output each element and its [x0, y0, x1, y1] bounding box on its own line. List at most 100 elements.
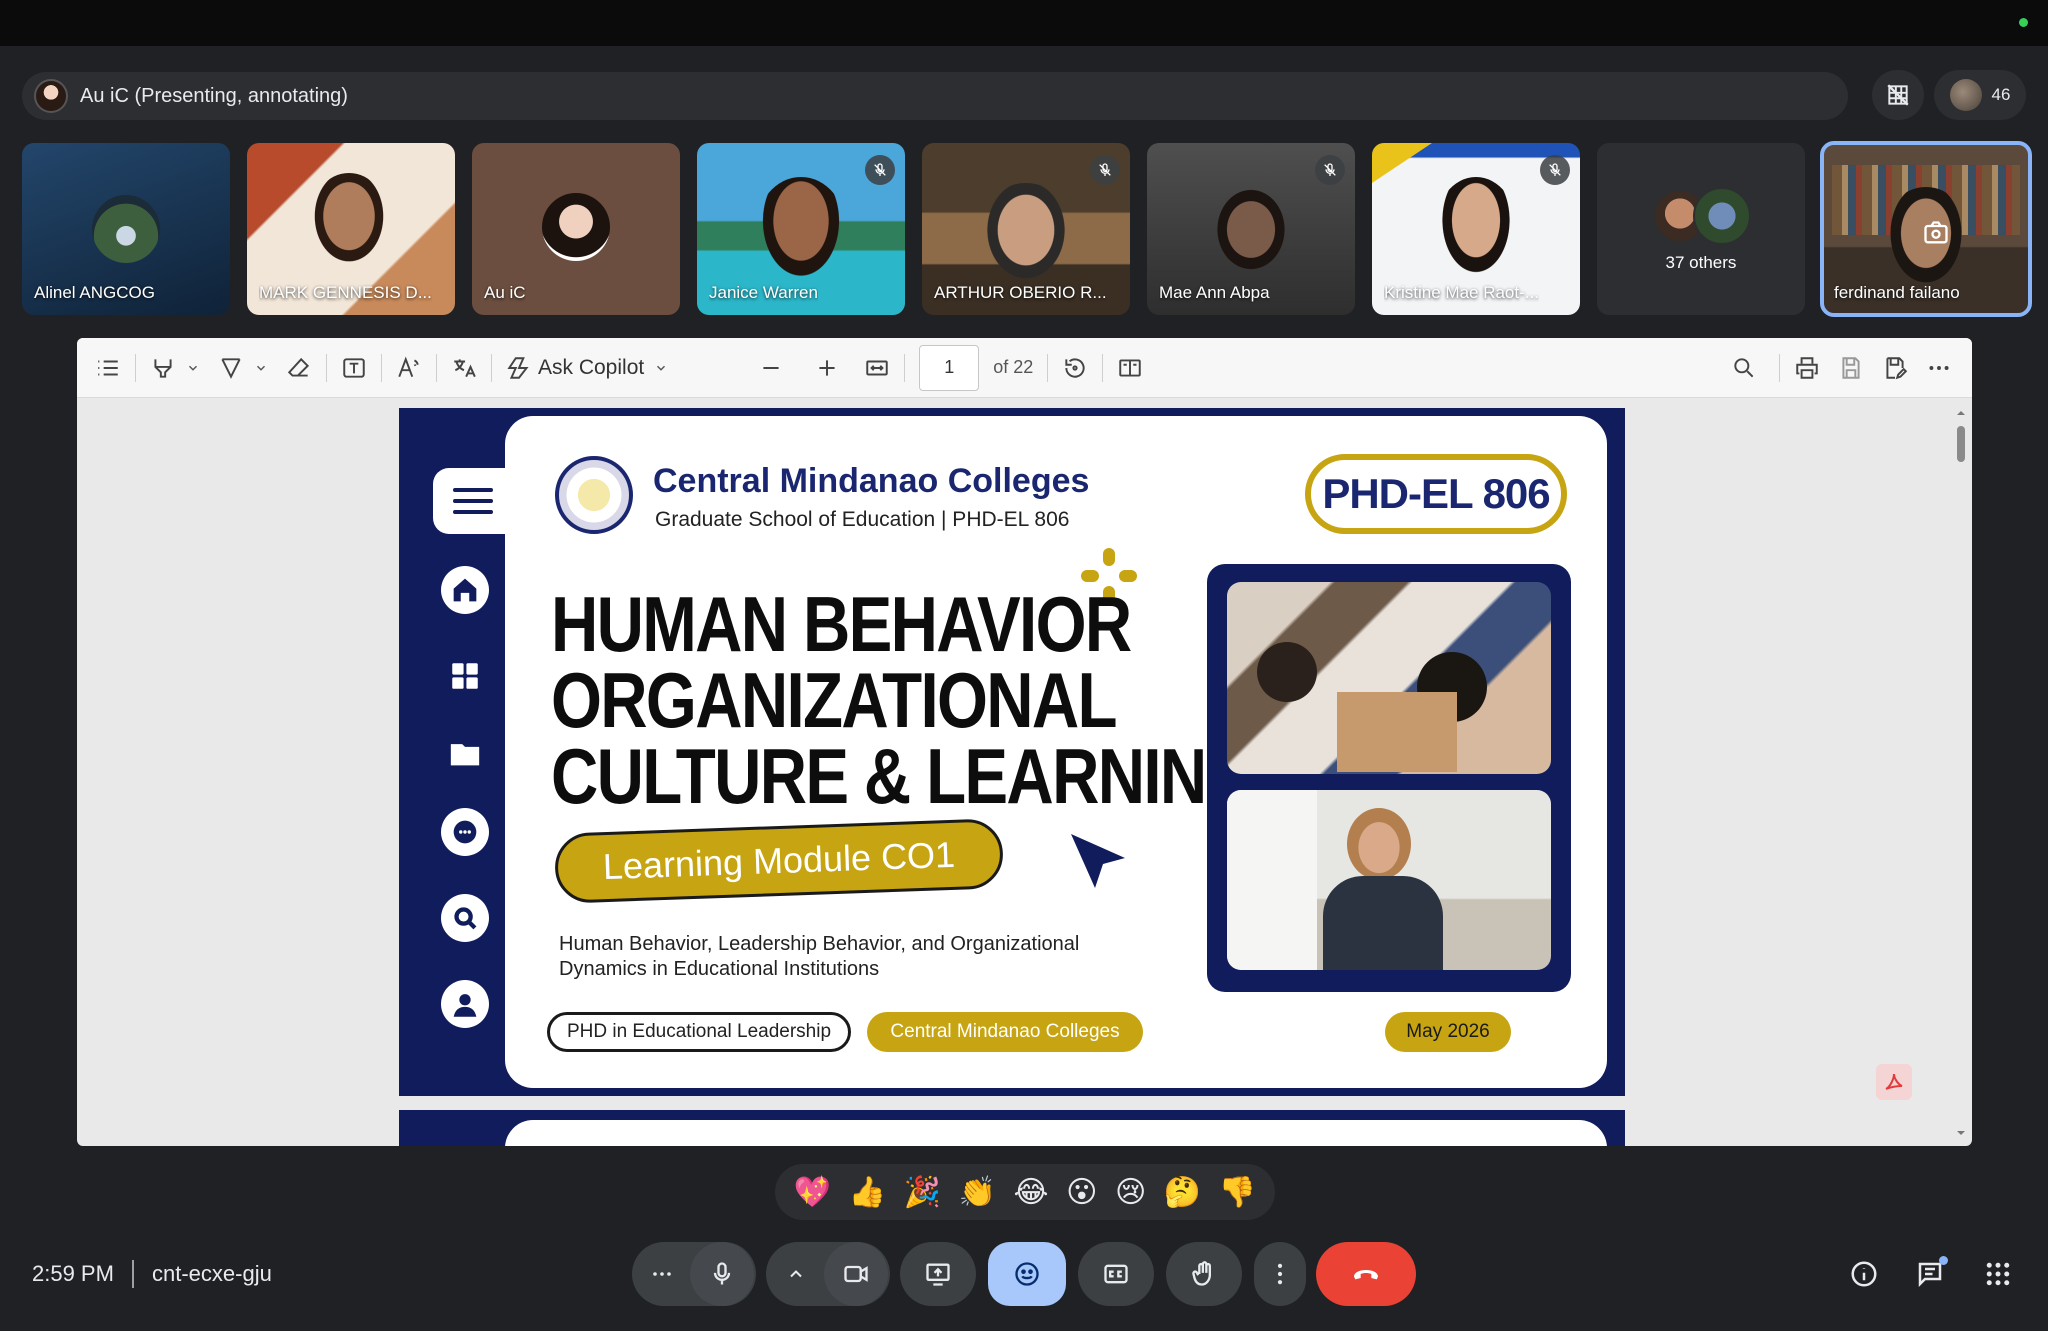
mic-off-icon — [1549, 163, 1561, 176]
present-button[interactable] — [900, 1242, 976, 1306]
reaction-thumbs-down-button[interactable]: 👎 — [1219, 1175, 1256, 1210]
page-view-button[interactable] — [1117, 348, 1143, 388]
activities-button[interactable] — [1978, 1254, 2018, 1294]
highlight-button[interactable] — [150, 348, 176, 388]
reaction-laugh-button[interactable]: 😂 — [1014, 1175, 1049, 1210]
chat-button[interactable] — [1910, 1254, 1950, 1294]
add-text-button[interactable] — [341, 348, 367, 388]
microphone-button[interactable] — [690, 1242, 754, 1306]
video-camera-icon — [844, 1265, 868, 1283]
reaction-thinking-button[interactable]: 🤔 — [1164, 1175, 1201, 1210]
muted-indicator — [1090, 155, 1120, 185]
scrollbar-thumb[interactable] — [1957, 426, 1965, 462]
reaction-heart-button[interactable]: 💖 — [794, 1175, 831, 1210]
rotate-button[interactable] — [1062, 348, 1088, 388]
highlight-dropdown[interactable] — [186, 348, 200, 388]
reaction-sad-button[interactable]: 😢 — [1115, 1175, 1146, 1210]
scrollbar[interactable] — [1956, 408, 1966, 1138]
participant-tile[interactable]: Au iC — [472, 143, 680, 315]
participant-tile[interactable]: Kristine Mae Raot-... — [1372, 143, 1580, 315]
participant-tile-self[interactable]: ferdinand failano — [1820, 141, 2032, 317]
more-options-button[interactable] — [1926, 348, 1952, 388]
program-chip: PHD in Educational Leadership — [547, 1012, 851, 1052]
participant-name: ferdinand failano — [1834, 283, 1960, 302]
dashboard-icon — [441, 652, 489, 700]
erase-button[interactable] — [286, 348, 312, 388]
raise-hand-button[interactable] — [1166, 1242, 1242, 1306]
fit-width-button[interactable] — [864, 348, 890, 388]
scroll-down-icon[interactable] — [1956, 1128, 1966, 1138]
captions-button[interactable] — [1078, 1242, 1154, 1306]
hide-tiles-button[interactable] — [1872, 70, 1924, 120]
copilot-button[interactable]: Ask Copilot — [506, 348, 668, 388]
others-tile[interactable]: 37 others — [1597, 143, 1805, 315]
school-chip: Central Mindanao Colleges — [867, 1012, 1143, 1052]
print-button[interactable] — [1794, 348, 1820, 388]
leave-call-button[interactable] — [1316, 1242, 1416, 1306]
camera-switch-icon[interactable] — [1922, 219, 1950, 247]
reactions-button[interactable] — [988, 1242, 1066, 1306]
person-body-shape — [1323, 876, 1443, 970]
chevron-down-icon — [657, 365, 666, 371]
read-aloud-icon — [398, 356, 419, 377]
muted-indicator — [1540, 155, 1570, 185]
more-vertical-icon — [1277, 1263, 1283, 1285]
participants-button[interactable]: 46 — [1934, 70, 2026, 120]
draw-button[interactable] — [218, 348, 244, 388]
page-number-input[interactable] — [919, 344, 980, 391]
home-icon — [441, 566, 489, 614]
divider — [1779, 353, 1780, 382]
video-settings-button[interactable] — [768, 1242, 824, 1306]
person-head-shape — [1347, 808, 1411, 880]
participant-tile[interactable]: Janice Warren — [697, 143, 905, 315]
participant-count: 46 — [1991, 85, 2011, 104]
presenter-bar[interactable]: Au iC (Presenting, annotating) — [22, 72, 1848, 120]
reactions-bar: 💖 👍 🎉 👏 😂 😮 😢 🤔 👎 — [775, 1164, 1275, 1220]
divider — [1102, 353, 1104, 382]
slide-content: Central Mindanao Colleges Graduate Schoo… — [505, 416, 1607, 1088]
participant-tile[interactable]: Mae Ann Abpa — [1147, 143, 1355, 315]
save-button[interactable] — [1838, 348, 1864, 388]
chevron-down-icon — [189, 365, 197, 371]
translate-button[interactable] — [451, 348, 477, 388]
contents-button[interactable] — [95, 348, 121, 388]
headline-line: ORGANIZATIONAL — [551, 656, 1118, 744]
scroll-up-icon[interactable] — [1956, 408, 1966, 418]
read-aloud-button[interactable] — [396, 348, 422, 388]
slide-menu-button — [433, 468, 513, 534]
translate-icon — [454, 358, 476, 377]
reaction-clap-button[interactable]: 👏 — [959, 1175, 996, 1210]
zoom-in-button[interactable] — [814, 348, 840, 388]
divider — [436, 353, 437, 382]
participant-tile[interactable]: MARK GENNESIS D... — [247, 143, 455, 315]
hand-icon — [1192, 1261, 1211, 1286]
reaction-thumbs-up-button[interactable]: 👍 — [849, 1175, 886, 1210]
pdf-toolbar: Ask Copilot of 22 — [77, 338, 1972, 398]
divider — [132, 1260, 134, 1288]
audio-control-group — [632, 1242, 756, 1306]
participant-tile[interactable]: ARTHUR OBERIO R... — [922, 143, 1130, 315]
meeting-details-button[interactable] — [1844, 1254, 1884, 1294]
chevron-up-icon — [790, 1270, 802, 1278]
participant-tile[interactable]: Alinel ANGCOG — [22, 143, 230, 315]
draw-dropdown[interactable] — [254, 348, 268, 388]
chevron-down-icon — [257, 365, 265, 371]
camera-button[interactable] — [824, 1242, 888, 1306]
more-options-button[interactable] — [1254, 1242, 1306, 1306]
cursor-arrow-icon — [1071, 834, 1125, 888]
reaction-surprised-button[interactable]: 😮 — [1066, 1175, 1097, 1210]
divider — [135, 353, 136, 382]
zoom-out-button[interactable] — [758, 348, 784, 388]
audio-settings-button[interactable] — [634, 1242, 690, 1306]
two-page-icon — [1119, 358, 1141, 377]
reaction-party-button[interactable]: 🎉 — [904, 1175, 941, 1210]
save-as-button[interactable] — [1882, 348, 1908, 388]
find-button[interactable] — [1731, 348, 1757, 388]
minus-icon — [763, 366, 779, 369]
mic-icon — [713, 1262, 731, 1285]
divider — [381, 353, 382, 382]
video-control-group — [766, 1242, 890, 1306]
more-horizontal-icon — [1929, 365, 1949, 370]
acrobat-icon[interactable] — [1876, 1064, 1912, 1100]
muted-indicator — [865, 155, 895, 185]
